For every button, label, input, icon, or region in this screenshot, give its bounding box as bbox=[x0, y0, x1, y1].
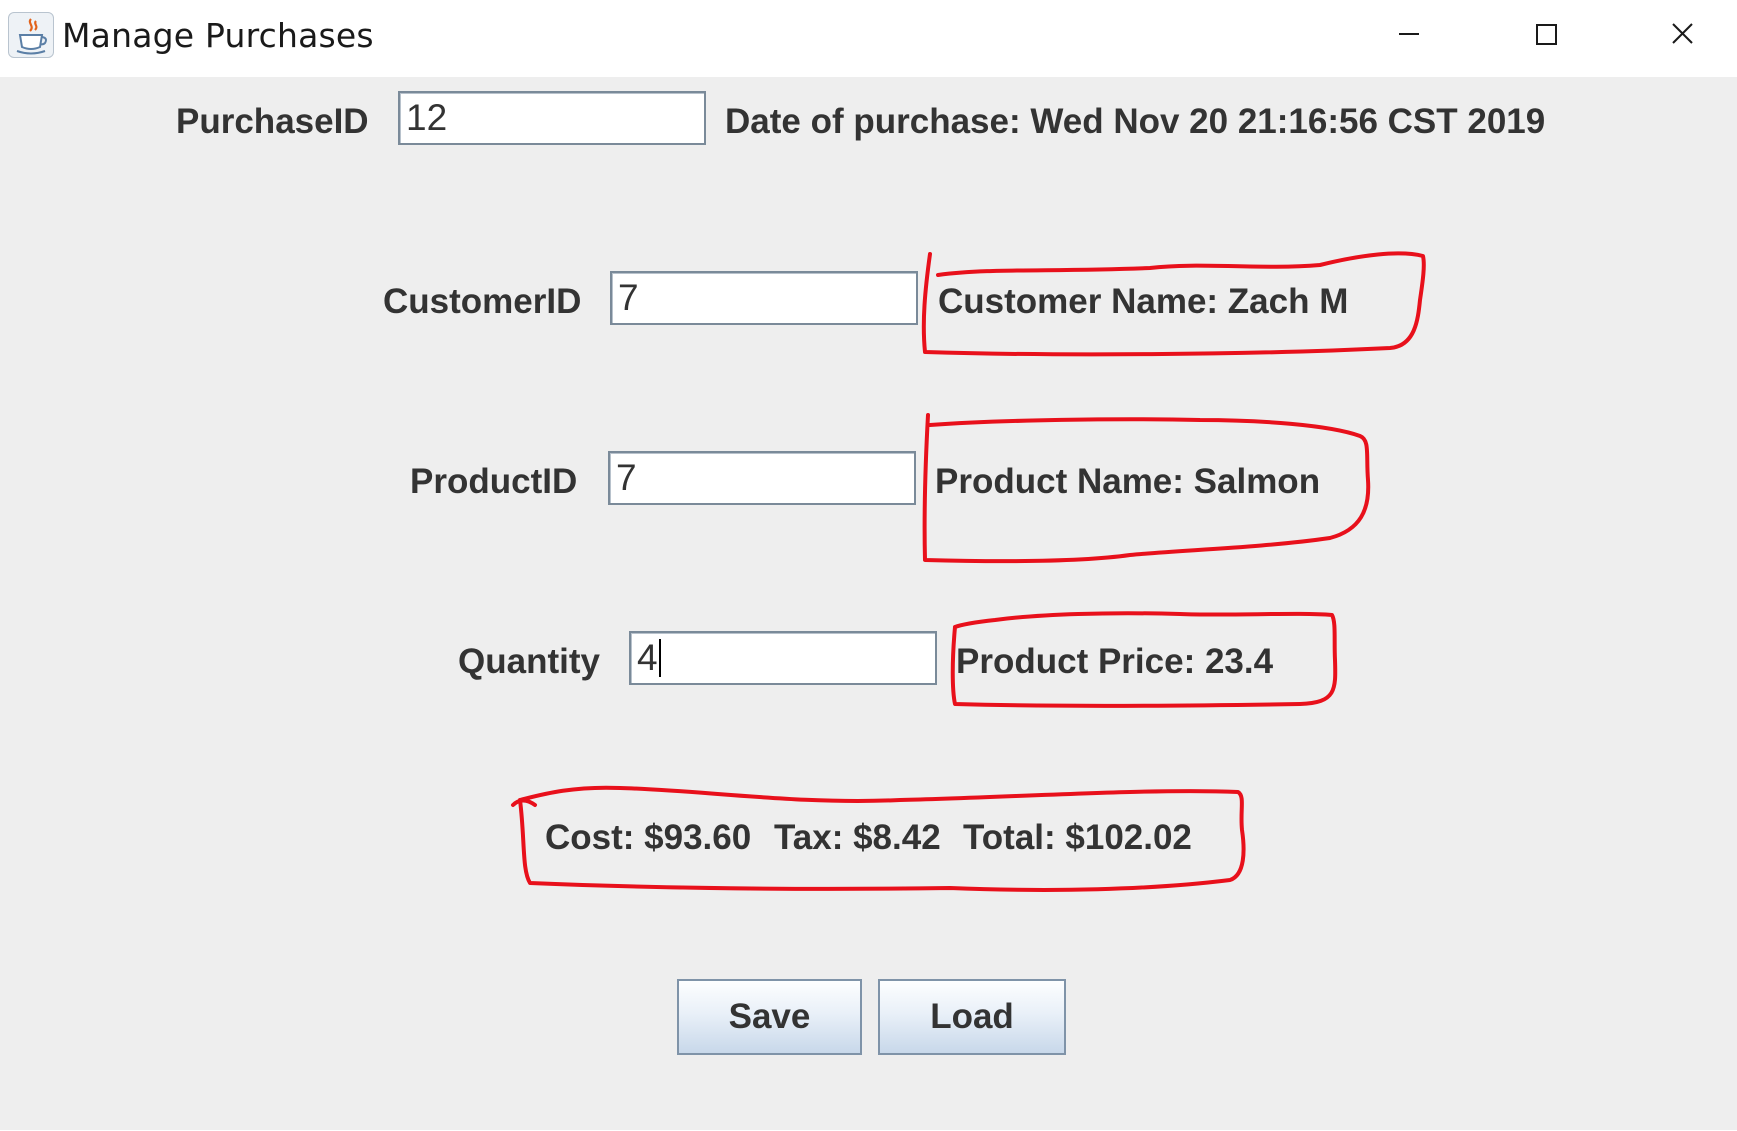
save-button[interactable]: Save bbox=[677, 979, 862, 1055]
quantity-value: 4 bbox=[637, 637, 658, 678]
minimize-button[interactable] bbox=[1340, 0, 1478, 72]
date-of-purchase-label: Date of purchase: Wed Nov 20 21:16:56 CS… bbox=[725, 102, 1546, 141]
customer-name-label: Customer Name: Zach M bbox=[938, 282, 1349, 321]
manage-purchases-window: Manage Purchases PurchaseID 12 Date of p… bbox=[0, 0, 1737, 1131]
title-bar[interactable]: Manage Purchases bbox=[0, 0, 1737, 77]
maximize-button[interactable] bbox=[1478, 0, 1616, 72]
form-panel bbox=[0, 77, 1737, 1131]
customer-id-field[interactable]: 7 bbox=[610, 271, 918, 325]
total-label: Total: $102.02 bbox=[963, 818, 1192, 857]
customer-id-label: CustomerID bbox=[383, 282, 582, 321]
close-button[interactable] bbox=[1616, 0, 1737, 72]
product-id-label: ProductID bbox=[410, 462, 578, 501]
load-button[interactable]: Load bbox=[878, 979, 1066, 1055]
window-title: Manage Purchases bbox=[62, 16, 374, 55]
close-icon bbox=[1672, 23, 1693, 44]
minimize-icon bbox=[1399, 33, 1419, 35]
maximize-icon bbox=[1536, 24, 1557, 45]
quantity-field[interactable]: 4 bbox=[629, 631, 937, 685]
product-price-label: Product Price: 23.4 bbox=[956, 642, 1274, 681]
text-caret bbox=[658, 639, 661, 678]
java-cup-icon bbox=[8, 12, 54, 58]
product-name-label: Product Name: Salmon bbox=[935, 462, 1321, 501]
purchase-id-label: PurchaseID bbox=[176, 102, 369, 141]
tax-label: Tax: $8.42 bbox=[774, 818, 941, 857]
product-id-field[interactable]: 7 bbox=[608, 451, 916, 505]
quantity-label: Quantity bbox=[458, 642, 600, 681]
purchase-id-field[interactable]: 12 bbox=[398, 91, 706, 145]
cost-label: Cost: $93.60 bbox=[545, 818, 752, 857]
